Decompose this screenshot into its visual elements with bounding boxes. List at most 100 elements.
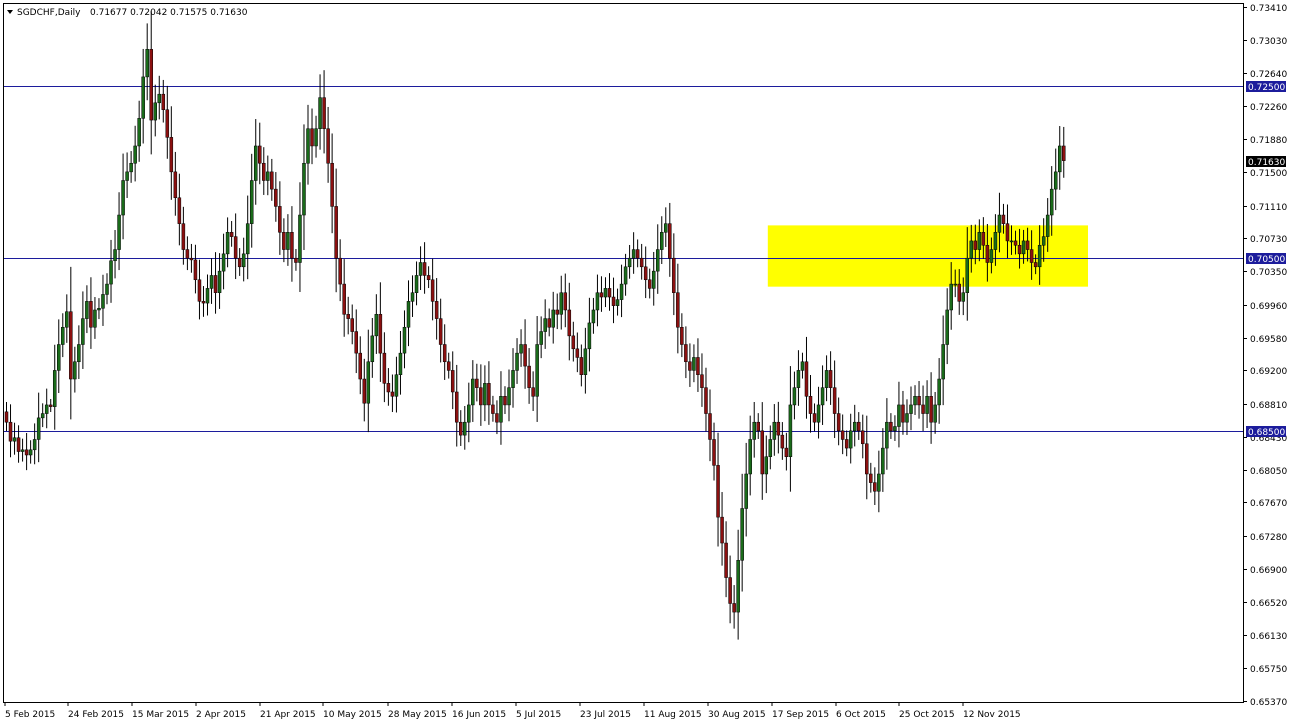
candle-body — [69, 311, 73, 380]
candle-body — [475, 378, 479, 388]
x-tick-label: 17 Sep 2015 — [772, 710, 829, 720]
x-tick-label: 23 Jul 2015 — [580, 710, 631, 720]
candle-body — [945, 309, 949, 345]
candle-body — [881, 447, 885, 475]
candle-body — [547, 318, 551, 328]
candle-body — [1045, 214, 1050, 237]
candle-body — [12, 437, 17, 442]
candle-body — [229, 232, 234, 237]
candle-body — [856, 421, 861, 432]
candle-body — [362, 378, 367, 404]
candle-body — [531, 387, 535, 397]
candle-body — [342, 283, 346, 315]
candle-body — [282, 232, 286, 250]
candle-body — [989, 249, 994, 263]
candle-body — [720, 516, 724, 544]
candle-body — [788, 404, 793, 457]
candle-body — [85, 301, 89, 319]
x-tick-label: 25 Oct 2015 — [899, 710, 955, 720]
candle-body — [840, 430, 845, 440]
candle-body — [957, 283, 961, 302]
x-tick-label: 5 Feb 2015 — [5, 710, 55, 720]
candle-body — [213, 275, 218, 293]
candle-body — [527, 365, 531, 388]
candle-body — [611, 296, 616, 306]
level-price-label: 0.68500 — [1248, 428, 1285, 438]
candle-body — [430, 279, 435, 302]
candle-body — [563, 292, 568, 311]
candle-body — [559, 292, 564, 315]
candle-body — [181, 223, 186, 250]
y-tick-label: 0.70350 — [1250, 268, 1287, 278]
y-tick-label: 0.65370 — [1250, 698, 1287, 708]
candle-body — [909, 404, 913, 414]
y-tick-label: 0.68050 — [1250, 467, 1287, 477]
candle-body — [386, 383, 391, 393]
candle-body — [258, 145, 262, 164]
y-tick-label: 0.71880 — [1250, 136, 1287, 146]
candle-body — [129, 162, 133, 173]
symbol-timeframe: SGDCHF,Daily — [17, 8, 81, 18]
candle-body — [913, 396, 917, 406]
candle-body — [471, 378, 475, 406]
candle-body — [40, 413, 45, 419]
candle-body — [776, 421, 781, 436]
candle-body — [619, 283, 624, 300]
candle-body — [1033, 262, 1038, 268]
y-tick-label: 0.66900 — [1250, 566, 1287, 576]
y-tick-label: 0.69960 — [1250, 302, 1287, 312]
candle-body — [149, 49, 153, 121]
candle-body — [450, 370, 455, 393]
candle-body — [672, 257, 676, 293]
candle-body — [382, 352, 387, 384]
candle-body — [73, 361, 77, 380]
candle-body — [949, 283, 953, 311]
candle-body — [503, 396, 507, 406]
candle-body — [921, 404, 925, 414]
candle-body — [1017, 244, 1022, 255]
candle-body — [595, 292, 600, 311]
candle-body — [113, 249, 117, 262]
candle-body — [318, 97, 322, 129]
candle-body — [808, 396, 813, 414]
candle-body — [177, 197, 182, 224]
candle-body — [519, 344, 523, 354]
candle-body — [410, 292, 415, 302]
candle-body — [889, 421, 893, 432]
candle-body — [121, 180, 125, 216]
candle-body — [334, 206, 338, 259]
candle-body — [153, 102, 157, 121]
candle-body — [233, 236, 238, 259]
candle-body — [712, 439, 716, 466]
candle-body — [688, 361, 692, 371]
candle-body — [969, 240, 974, 259]
candle-body — [591, 309, 596, 324]
y-tick-label: 0.72260 — [1250, 103, 1287, 113]
candle-body — [752, 421, 756, 440]
candle-body — [77, 344, 81, 363]
candle-body — [704, 387, 708, 414]
candle-body — [635, 249, 640, 259]
candle-body — [302, 162, 306, 216]
candle-body — [406, 301, 411, 328]
candle-body — [262, 162, 266, 181]
price-chart[interactable]: 0.73410 0.73030 0.72640 0.72260 0.71880 0.715… — [0, 0, 1289, 724]
candle-body — [274, 188, 278, 207]
candle-body — [599, 292, 604, 298]
chart-svg[interactable]: 0.73410 0.73030 0.72640 0.72260 0.71880 0.715… — [0, 0, 1289, 724]
candle-body — [724, 542, 728, 578]
y-tick-label: 0.73030 — [1250, 37, 1287, 47]
candle-body — [716, 465, 720, 518]
candle-body — [668, 223, 672, 259]
candle-body — [1057, 145, 1062, 173]
candle-body — [1013, 240, 1018, 246]
candle-body — [977, 232, 982, 250]
candle-body — [81, 318, 85, 345]
y-tick-label: 0.71110 — [1250, 203, 1287, 213]
candle-body — [965, 257, 970, 293]
candle-body — [418, 262, 423, 276]
candle-body — [981, 232, 986, 246]
candle-body — [571, 335, 576, 350]
candle-body — [459, 421, 463, 436]
candle-body — [93, 309, 97, 328]
